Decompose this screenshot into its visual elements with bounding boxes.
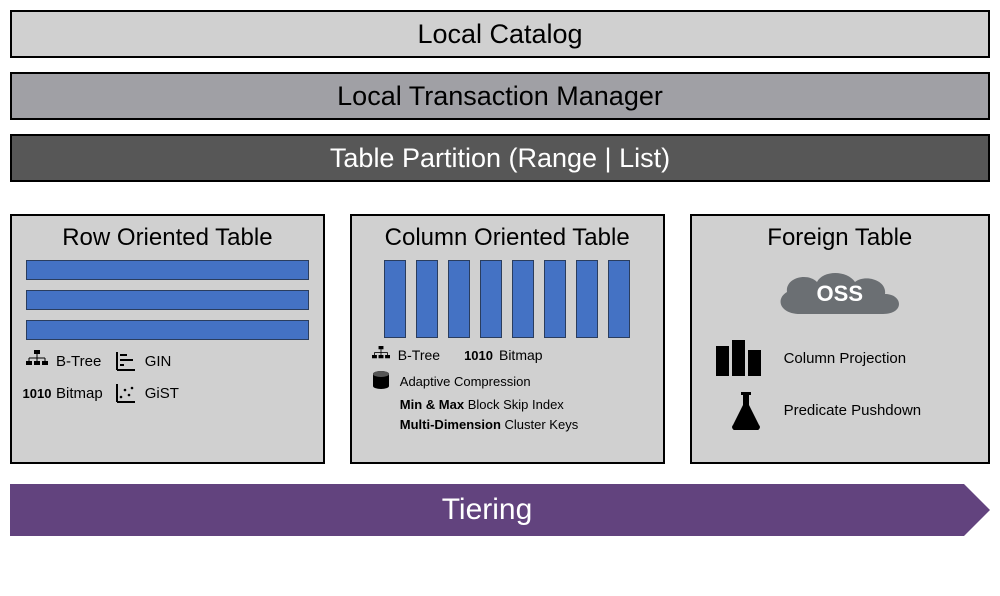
local-catalog-label: Local Catalog bbox=[417, 19, 582, 50]
gist-label: GiST bbox=[145, 385, 179, 402]
btree-feature: B-Tree bbox=[24, 350, 103, 372]
local-txn-layer: Local Transaction Manager bbox=[10, 72, 990, 120]
adaptive-compression: Adaptive Compression bbox=[400, 370, 651, 392]
col-proj-label: Column Projection bbox=[784, 350, 976, 367]
oss-label: OSS bbox=[817, 281, 863, 307]
column-oriented-title: Column Oriented Table bbox=[364, 224, 651, 252]
col-bar bbox=[384, 260, 406, 338]
gin-label: GIN bbox=[145, 353, 172, 370]
multidim-feature: Multi-Dimension Cluster Keys bbox=[400, 417, 651, 432]
oss-cloud: OSS bbox=[765, 264, 915, 324]
tree-icon bbox=[370, 346, 392, 364]
tiering-arrow: Tiering bbox=[10, 484, 964, 536]
bitmap-label: Bitmap bbox=[56, 385, 103, 402]
minmax-rest: Block Skip Index bbox=[464, 397, 564, 412]
local-catalog-layer: Local Catalog bbox=[10, 10, 990, 58]
bitmap-code-icon: 1010 bbox=[24, 382, 50, 404]
col-bar bbox=[416, 260, 438, 338]
column-oriented-box: Column Oriented Table B-Tree 1010 Bitmap bbox=[350, 214, 665, 464]
col-btree-item: B-Tree bbox=[400, 346, 440, 364]
gin-icon bbox=[113, 350, 139, 372]
table-partition-layer: Table Partition (Range | List) bbox=[10, 134, 990, 182]
col-bar bbox=[576, 260, 598, 338]
row-features: B-Tree GIN 1010 Bitmap GiST bbox=[24, 350, 311, 404]
col-top-features: B-Tree 1010 Bitmap bbox=[364, 346, 651, 364]
adaptive-label: Adaptive Compression bbox=[400, 374, 531, 389]
foreign-features: Column Projection Predicate Pushdown bbox=[704, 340, 976, 430]
col-bar bbox=[544, 260, 566, 338]
col-bitmap-code: 1010 bbox=[464, 348, 493, 363]
col-bar bbox=[608, 260, 630, 338]
pred-push-label: Predicate Pushdown bbox=[784, 402, 976, 419]
col-bitmap-item: 1010 Bitmap bbox=[464, 347, 543, 363]
gist-icon bbox=[113, 382, 139, 404]
col-bars bbox=[364, 260, 651, 338]
column-projection-icon bbox=[716, 340, 776, 376]
row-oriented-box: Row Oriented Table B-Tree GIN 1010 Bitm bbox=[10, 214, 325, 464]
col-features: Adaptive Compression Min & Max Block Ski… bbox=[364, 370, 651, 432]
col-btree-label: B-Tree bbox=[398, 347, 440, 363]
minmax-feature: Min & Max Block Skip Index bbox=[400, 397, 651, 412]
btree-label: B-Tree bbox=[56, 353, 101, 370]
gin-feature: GIN bbox=[113, 350, 311, 372]
col-bar bbox=[448, 260, 470, 338]
multidim-bold: Multi-Dimension bbox=[400, 417, 501, 432]
row-bar bbox=[26, 320, 309, 340]
flask-icon bbox=[716, 390, 776, 430]
tree-icon bbox=[24, 350, 50, 372]
row-bar bbox=[26, 260, 309, 280]
col-bar bbox=[480, 260, 502, 338]
bitmap-feature: 1010 Bitmap bbox=[24, 382, 103, 404]
cylinder-icon bbox=[370, 370, 392, 392]
tiering-label: Tiering bbox=[442, 493, 533, 527]
table-partition-label: Table Partition (Range | List) bbox=[330, 143, 670, 174]
tables-row: Row Oriented Table B-Tree GIN 1010 Bitm bbox=[10, 214, 990, 464]
minmax-bold: Min & Max bbox=[400, 397, 464, 412]
row-oriented-title: Row Oriented Table bbox=[24, 224, 311, 252]
foreign-title: Foreign Table bbox=[704, 224, 976, 252]
row-bar bbox=[26, 290, 309, 310]
col-bitmap-label: Bitmap bbox=[499, 347, 543, 363]
row-bars bbox=[24, 260, 311, 340]
col-bar bbox=[512, 260, 534, 338]
foreign-table-box: Foreign Table OSS Column Projection Pred… bbox=[690, 214, 990, 464]
gist-feature: GiST bbox=[113, 382, 311, 404]
multidim-rest: Cluster Keys bbox=[501, 417, 578, 432]
local-txn-label: Local Transaction Manager bbox=[337, 81, 663, 112]
